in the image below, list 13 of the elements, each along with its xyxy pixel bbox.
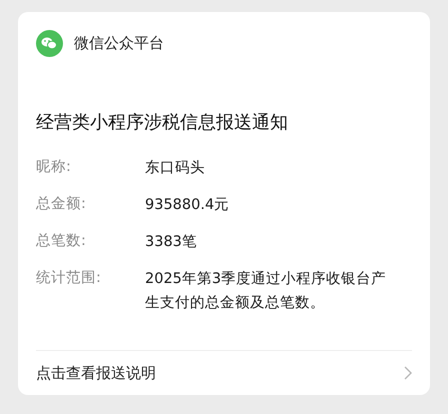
field-value: 3383笔 [145, 233, 198, 252]
notice-title: 经营类小程序涉税信息报送通知 [36, 111, 289, 135]
details-link[interactable]: 点击查看报送说明 [36, 351, 412, 395]
field-label: 统计范围: [36, 269, 102, 288]
chat-bubbles-icon [36, 30, 63, 56]
field-label: 昵称: [36, 158, 72, 177]
field-value: 东口码头 [145, 158, 206, 178]
chevron-right-icon [404, 366, 412, 380]
account-name: 微信公众平台 [74, 34, 164, 52]
field-value: 935880.4元 [145, 196, 230, 215]
field-label: 总笔数: [36, 232, 87, 251]
field-label: 总金额: [36, 194, 87, 214]
field-value: 2025年第3季度通过小程序收银台产生支付的总金额及总笔数。 [145, 270, 388, 313]
